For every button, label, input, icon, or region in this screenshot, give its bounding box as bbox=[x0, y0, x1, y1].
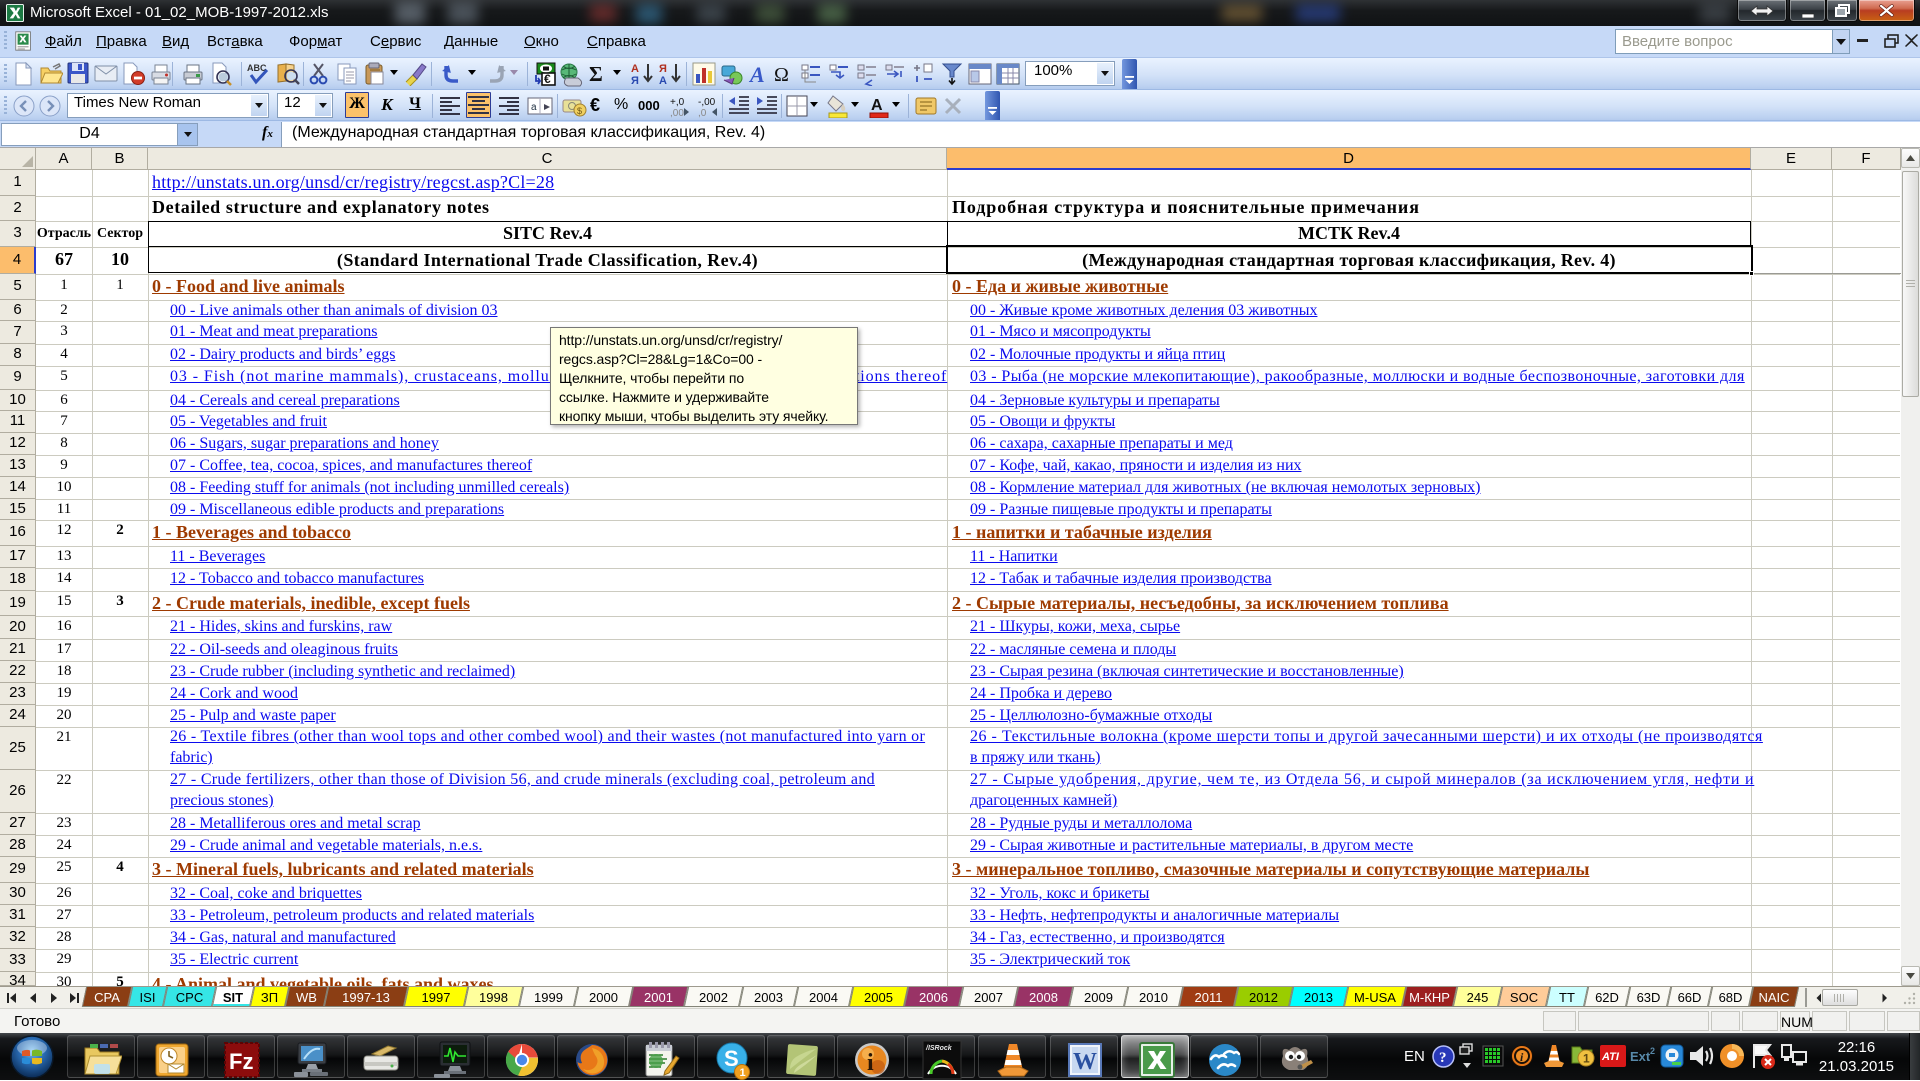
svg-text:/ISRock: /ISRock bbox=[925, 1045, 953, 1052]
svg-text:А: А bbox=[659, 75, 667, 86]
svg-text:?: ? bbox=[1439, 1050, 1447, 1066]
svg-text:А: А bbox=[631, 63, 639, 75]
svg-text:1: 1 bbox=[1583, 1052, 1590, 1066]
svg-text:Ω: Ω bbox=[774, 64, 789, 85]
svg-text:A: A bbox=[871, 97, 883, 114]
svg-text:ATI: ATI bbox=[1601, 1051, 1620, 1063]
svg-text:,00: ,00 bbox=[670, 108, 684, 118]
svg-text:a: a bbox=[531, 102, 537, 113]
svg-text:,0: ,0 bbox=[698, 108, 707, 118]
svg-text:Σ: Σ bbox=[589, 63, 603, 85]
svg-text:Ext: Ext bbox=[1630, 1049, 1651, 1064]
svg-text:i: i bbox=[867, 1050, 874, 1076]
svg-text:1: 1 bbox=[740, 1067, 746, 1079]
svg-text:A: A bbox=[748, 62, 765, 86]
svg-text:W: W bbox=[1073, 1049, 1097, 1075]
svg-text:Я: Я bbox=[659, 63, 667, 75]
svg-text:+,0: +,0 bbox=[670, 97, 685, 108]
svg-text:2: 2 bbox=[1650, 1046, 1655, 1056]
svg-text:-,00: -,00 bbox=[698, 97, 716, 108]
svg-text:€: € bbox=[544, 72, 551, 86]
svg-text:Я: Я bbox=[631, 75, 639, 86]
svg-text:Fz: Fz bbox=[229, 1049, 253, 1074]
svg-text:$: $ bbox=[577, 106, 582, 116]
